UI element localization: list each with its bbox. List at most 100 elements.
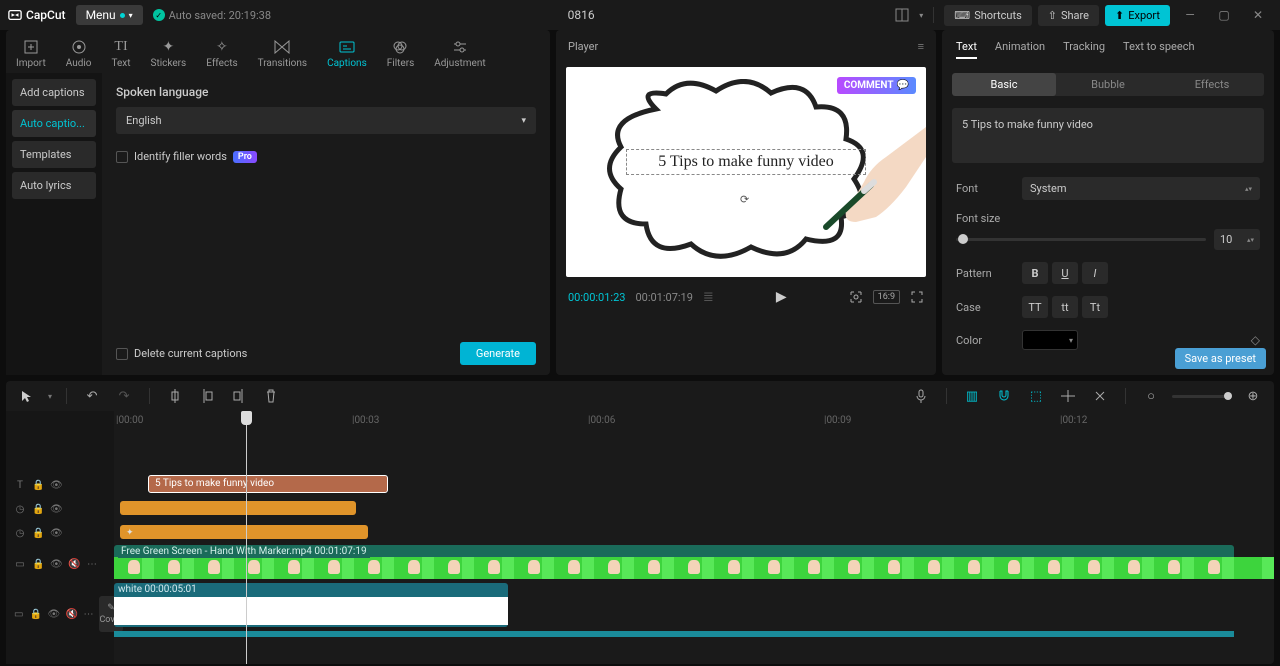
language-select[interactable]: English ▾ (116, 107, 536, 134)
tab-import[interactable]: Import (14, 34, 48, 73)
playhead-handle[interactable] (241, 411, 252, 425)
generate-button[interactable]: Generate (460, 342, 536, 365)
italic-button[interactable]: I (1082, 262, 1108, 284)
split-right-button[interactable] (228, 385, 250, 407)
case-lower-button[interactable]: tt (1052, 296, 1078, 318)
close-button[interactable]: ✕ (1244, 5, 1272, 25)
bg-clip[interactable]: white 00:00:05:01 (114, 583, 508, 627)
redo-button[interactable]: ↷ (113, 385, 135, 407)
main-track-toggle[interactable]: ▥ (961, 385, 983, 407)
split-left-button[interactable] (196, 385, 218, 407)
zoom-fit-icon[interactable]: ⊕ (1242, 385, 1264, 407)
aspect-ratio[interactable]: 16:9 (873, 290, 900, 304)
player-menu-icon[interactable]: ≡ (918, 40, 924, 53)
shortcuts-button[interactable]: ⌨ Shortcuts (944, 5, 1031, 26)
mute-icon[interactable]: 🔇 (68, 559, 80, 570)
reset-icon[interactable]: ◇ (1251, 333, 1260, 347)
eye-icon[interactable]: 👁 (50, 504, 62, 515)
slider-thumb[interactable] (1224, 392, 1232, 400)
selection-tool[interactable] (16, 385, 38, 407)
timeline-tracks[interactable]: |00:00 |00:03 |00:06 |00:09 |00:12 5 Tip… (114, 411, 1274, 664)
zoom-slider[interactable] (1172, 395, 1232, 398)
tab-stickers[interactable]: ✦Stickers (149, 34, 189, 73)
font-select[interactable]: System ▴▾ (1022, 177, 1260, 200)
text-track-icon[interactable]: T (14, 480, 26, 491)
tab-audio[interactable]: Audio (64, 34, 94, 73)
tab-transitions[interactable]: Transitions (256, 34, 309, 73)
minimize-button[interactable]: — (1176, 5, 1204, 25)
playhead[interactable] (246, 411, 247, 664)
subtab-effects[interactable]: Effects (1160, 73, 1264, 96)
tab-tracking[interactable]: Tracking (1063, 40, 1105, 59)
time-ruler[interactable]: |00:00 |00:03 |00:06 |00:09 |00:12 (114, 411, 1274, 433)
lock-icon[interactable]: 🔒 (29, 609, 41, 620)
tab-text-props[interactable]: Text (956, 40, 977, 59)
save-preset-button[interactable]: Save as preset (1175, 348, 1266, 369)
effect-clip[interactable]: ✦ (120, 525, 368, 539)
play-button[interactable]: ▶ (776, 289, 787, 305)
eye-icon[interactable]: 👁 (50, 559, 62, 570)
tab-text[interactable]: TIText (109, 34, 132, 73)
video-clip[interactable]: Free Green Screen - Hand With Marker.mp4… (114, 545, 1234, 579)
case-upper-button[interactable]: TT (1022, 296, 1048, 318)
sidebar-item-auto-captions[interactable]: Auto captio... (12, 110, 96, 137)
more-icon[interactable]: ⋯ (83, 609, 93, 620)
bg-audio-strip[interactable] (114, 631, 1234, 637)
chevron-down-icon[interactable]: ▾ (48, 392, 52, 401)
underline-button[interactable]: U (1052, 262, 1078, 284)
split-button[interactable] (164, 385, 186, 407)
clear-marker-icon[interactable] (1089, 385, 1111, 407)
more-icon[interactable]: ⋯ (86, 559, 98, 570)
sidebar-item-auto-lyrics[interactable]: Auto lyrics (12, 172, 96, 199)
fontsize-input[interactable]: 10 ▴▾ (1214, 229, 1260, 250)
effect-clip[interactable] (120, 501, 356, 515)
layout-icon[interactable] (891, 4, 913, 26)
eye-icon[interactable]: 👁 (50, 480, 62, 491)
sidebar-item-add-captions[interactable]: Add captions (12, 79, 96, 106)
export-button[interactable]: ⬆ Export (1105, 5, 1170, 26)
video-preview[interactable]: 5 Tips to make funny video ⟳ COMMENT 💬 (566, 67, 926, 277)
slider-thumb[interactable] (958, 234, 968, 244)
bold-button[interactable]: B (1022, 262, 1048, 284)
video-track-icon[interactable]: ▭ (14, 559, 26, 570)
tab-effects[interactable]: ✧Effects (204, 34, 239, 73)
mute-icon[interactable]: 🔇 (65, 609, 77, 620)
clock-icon[interactable]: ◷ (14, 504, 26, 515)
fullscreen-icon[interactable] (910, 290, 924, 304)
mic-icon[interactable] (910, 385, 932, 407)
chevron-down-icon[interactable]: ▾ (919, 11, 923, 20)
stepper-icon[interactable]: ▴▾ (1247, 236, 1254, 244)
filler-checkbox[interactable] (116, 151, 128, 163)
undo-button[interactable]: ↶ (81, 385, 103, 407)
clock-icon[interactable]: ◷ (14, 528, 26, 539)
magnet-icon[interactable] (993, 385, 1015, 407)
caption-text-input[interactable]: 5 Tips to make funny video (952, 108, 1264, 163)
delete-checkbox[interactable] (116, 348, 128, 360)
lock-icon[interactable]: 🔒 (32, 504, 44, 515)
fontsize-slider[interactable] (956, 238, 1206, 241)
tab-text-to-speech[interactable]: Text to speech (1123, 40, 1194, 59)
lock-icon[interactable]: 🔒 (32, 528, 44, 539)
delete-button[interactable] (260, 385, 282, 407)
link-icon[interactable]: ⬚ (1025, 385, 1047, 407)
tab-filters[interactable]: Filters (385, 34, 417, 73)
zoom-out-icon[interactable]: ○ (1140, 385, 1162, 407)
lock-icon[interactable]: 🔒 (32, 480, 44, 491)
subtab-bubble[interactable]: Bubble (1056, 73, 1160, 96)
menu-button[interactable]: Menu ▾ (76, 5, 143, 25)
eye-icon[interactable]: 👁 (47, 609, 59, 620)
video-track-icon[interactable]: ▭ (14, 609, 23, 620)
color-picker[interactable]: ▾ (1022, 330, 1078, 350)
tab-animation[interactable]: Animation (995, 40, 1045, 59)
scan-icon[interactable] (849, 290, 863, 304)
caption-clip[interactable]: 5 Tips to make funny video (148, 475, 388, 493)
lock-icon[interactable]: 🔒 (32, 559, 44, 570)
case-title-button[interactable]: Tt (1082, 296, 1108, 318)
subtab-basic[interactable]: Basic (952, 73, 1056, 96)
list-icon[interactable]: ≣ (703, 290, 714, 305)
tab-captions[interactable]: Captions (325, 34, 369, 73)
preview-axis-icon[interactable] (1057, 385, 1079, 407)
tab-adjustment[interactable]: Adjustment (432, 34, 487, 73)
share-button[interactable]: ⇧ Share (1038, 5, 1099, 26)
eye-icon[interactable]: 👁 (50, 528, 62, 539)
